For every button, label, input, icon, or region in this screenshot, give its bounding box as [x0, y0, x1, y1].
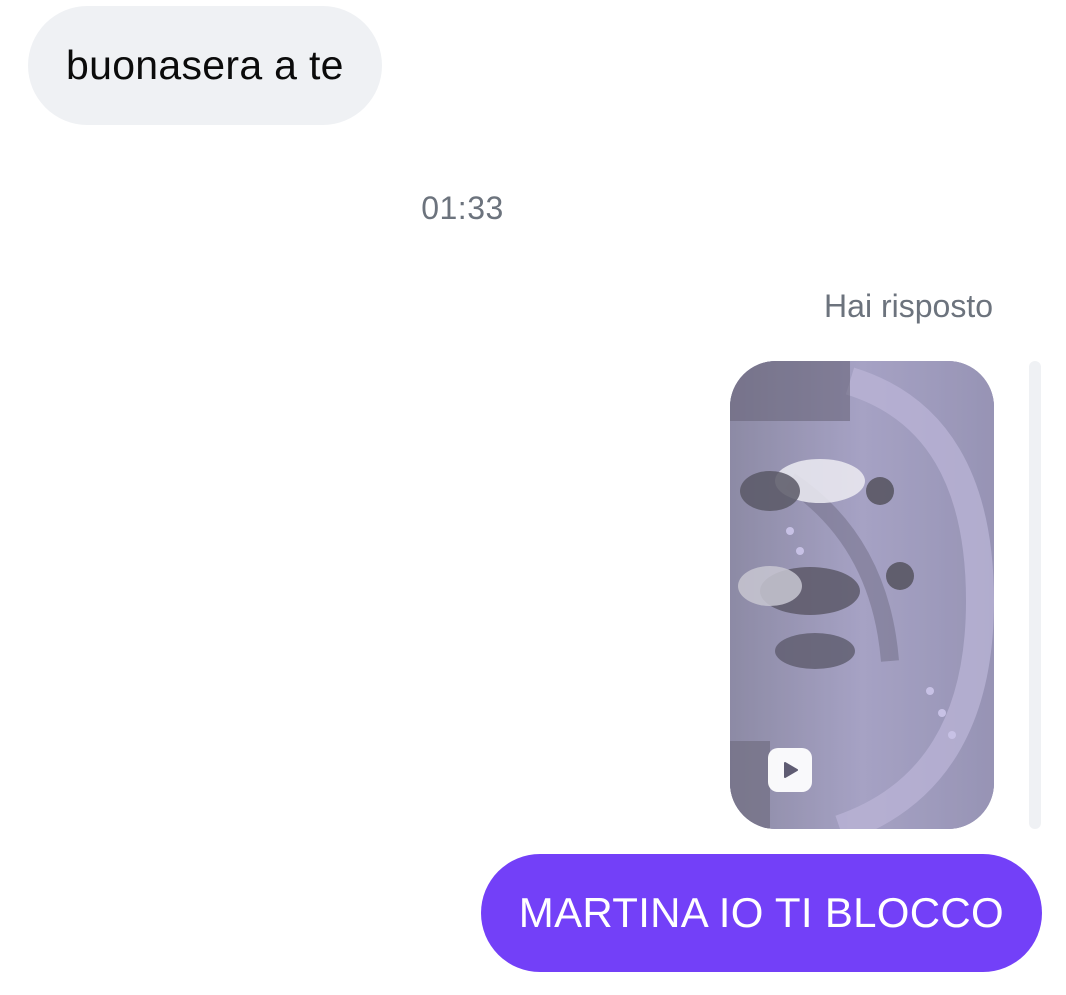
reply-label: Hai risposto	[824, 288, 993, 324]
outgoing-message-bubble[interactable]: MARTINA IO TI BLOCCO	[480, 854, 1042, 972]
message-timestamp: 01:33	[421, 190, 504, 226]
outgoing-message-text: MARTINA IO TI BLOCCO	[518, 889, 1004, 936]
play-icon[interactable]	[768, 748, 812, 792]
incoming-message-text: buonasera a te	[66, 42, 344, 88]
incoming-message-bubble[interactable]: buonasera a te	[28, 6, 382, 125]
replied-video-thumbnail[interactable]	[730, 361, 994, 829]
play-triangle-icon	[784, 762, 798, 778]
reply-indicator-bar	[1029, 361, 1041, 829]
